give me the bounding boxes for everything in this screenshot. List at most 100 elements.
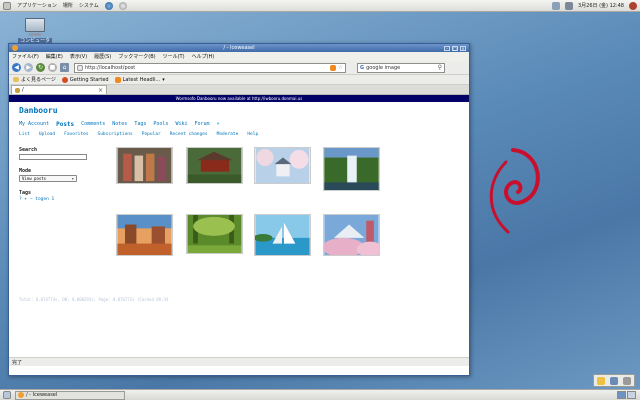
subnav-help[interactable]: Help [247,132,258,137]
menu-help[interactable]: ヘルプ(H) [192,53,215,60]
main-nav: My Account Posts Comments Notes Tags Poo… [19,121,220,128]
menu-places[interactable]: 場所 [63,2,73,9]
browser-launcher-icon[interactable] [104,1,113,10]
nav-posts[interactable]: Posts [56,121,74,128]
close-button[interactable]: × [460,45,466,51]
bookmarks-toolbar: よく見るページ Getting Started Latest Headli...… [9,75,469,85]
nav-pools[interactable]: Pools [153,121,168,128]
menu-edit[interactable]: 編集(E) [46,53,63,60]
url-bar[interactable]: http://localhost/post ☆ [74,62,346,73]
search-engine-icon[interactable]: G [360,65,364,71]
post-thumbnail[interactable] [116,214,173,256]
menu-history[interactable]: 履歴(S) [94,53,111,60]
nav-more[interactable]: » [217,121,220,128]
menu-tools[interactable]: ツール(T) [163,53,185,60]
nav-my-account[interactable]: My Account [19,121,49,128]
taskbar-item-iceweasel[interactable]: / - Iceweasel [15,390,125,400]
show-desktop-icon[interactable] [3,391,11,399]
subnav-popular[interactable]: Popular [142,132,161,137]
debian-menu-icon[interactable] [3,1,11,10]
page-footer: Total: 0.074774s, DB: 0.008293s; Page: 0… [19,297,169,302]
tab-strip: / × [9,85,469,95]
page-icon [77,64,83,71]
search-heading: Search [19,147,38,153]
subnav-recent-changes[interactable]: Recent changes [170,132,208,137]
nav-notes[interactable]: Notes [112,121,127,128]
network-icon[interactable] [551,1,560,10]
home-icon[interactable]: ⌂ [60,63,69,72]
back-icon[interactable]: ◀ [12,63,21,72]
subnav-subscriptions[interactable]: Subscriptions [98,132,133,137]
tags-heading: Tags [19,190,32,196]
status-bar: 完了 [9,357,469,366]
bookmark-star-icon[interactable]: ☆ [338,64,343,71]
bookmark-most-visited[interactable]: よく見るページ [13,76,56,83]
post-thumbnail[interactable] [254,147,311,184]
tab-active[interactable]: / × [11,85,107,94]
subnav-upload[interactable]: Upload [39,132,55,137]
minimize-button[interactable]: – [444,45,450,51]
iceweasel-icon [18,392,24,398]
keyboard-icon[interactable] [623,376,632,385]
bookmark-latest-headlines[interactable]: Latest Headli... ▾ [114,76,165,83]
status-text: 完了 [12,359,23,366]
workspace-2[interactable] [627,391,636,399]
navigation-toolbar: ◀ ▶ ↻ ■ ⌂ http://localhost/post ☆ G goog… [9,61,469,75]
sidebar: Search Mode View posts ▾ Tags ? + – toge… [19,147,89,202]
post-thumbnail[interactable] [186,147,243,184]
workspace-switcher [617,391,636,399]
post-thumbnail[interactable] [323,147,380,191]
menu-view[interactable]: 表示(V) [70,53,87,60]
maximize-button[interactable]: □ [452,45,458,51]
menu-bookmarks[interactable]: ブックマーク(B) [118,53,155,60]
star-icon[interactable] [596,376,605,385]
forward-icon[interactable]: ▶ [24,63,33,72]
chevron-down-icon: ▾ [71,176,74,181]
post-thumbnail[interactable] [323,214,380,256]
nav-forum[interactable]: Forum [194,121,209,128]
post-thumbnail[interactable] [116,147,173,184]
bookmark-getting-started[interactable]: Getting Started [61,76,109,83]
stop-icon[interactable]: ■ [48,63,57,72]
volume-icon[interactable] [564,1,573,10]
tag-search-input[interactable] [19,154,87,160]
desktop-computer-icon[interactable]: コンピュータ [18,18,53,44]
mode-heading: Mode [19,168,32,174]
rss-icon[interactable] [329,64,336,71]
workspace-1[interactable] [617,391,626,399]
subnav-list[interactable]: List [19,132,30,137]
ime-icon[interactable] [609,376,618,385]
tab-close-icon[interactable]: × [98,87,103,94]
menu-file[interactable]: ファイル(F) [12,53,39,60]
reload-icon[interactable]: ↻ [36,63,45,72]
folder-icon [13,77,19,82]
menu-system[interactable]: システム [79,2,99,9]
rss-icon [114,76,121,83]
tab-label: / [22,87,24,93]
help-launcher-icon[interactable] [118,1,127,10]
search-icon[interactable]: ⚲ [438,64,442,71]
subnav-moderate[interactable]: Moderate [217,132,239,137]
nav-wiki[interactable]: Wiki [175,121,187,128]
search-bar[interactable]: G google image ⚲ [357,62,445,73]
site-title[interactable]: Danbooru [19,106,58,115]
search-input[interactable]: google image [366,65,400,71]
computer-icon [25,18,45,32]
subnav-favorites[interactable]: Favorites [64,132,88,137]
menubar: ファイル(F) 編集(E) 表示(V) 履歴(S) ブックマーク(B) ツール(… [9,52,469,61]
mode-select[interactable]: View posts ▾ [19,175,77,182]
nav-comments[interactable]: Comments [81,121,105,128]
page-content: Wormsofo Danbooru now available at http:… [9,95,469,366]
nav-tags[interactable]: Tags [134,121,146,128]
window-titlebar[interactable]: / - Iceweasel – □ × [9,44,469,52]
url-text: http://localhost/post [85,64,136,71]
menu-applications[interactable]: アプリケーション [17,2,57,9]
clock[interactable]: 3月26日 (金) 12:48 [578,2,624,9]
tag-entry[interactable]: ? + – togen 1 [19,197,89,202]
window-title: / - Iceweasel [223,45,255,51]
post-thumbnail[interactable] [254,214,311,256]
chevron-down-icon: ▾ [162,76,165,83]
shutdown-icon[interactable] [629,1,637,10]
post-thumbnail[interactable] [186,214,243,254]
page-icon [15,87,20,93]
